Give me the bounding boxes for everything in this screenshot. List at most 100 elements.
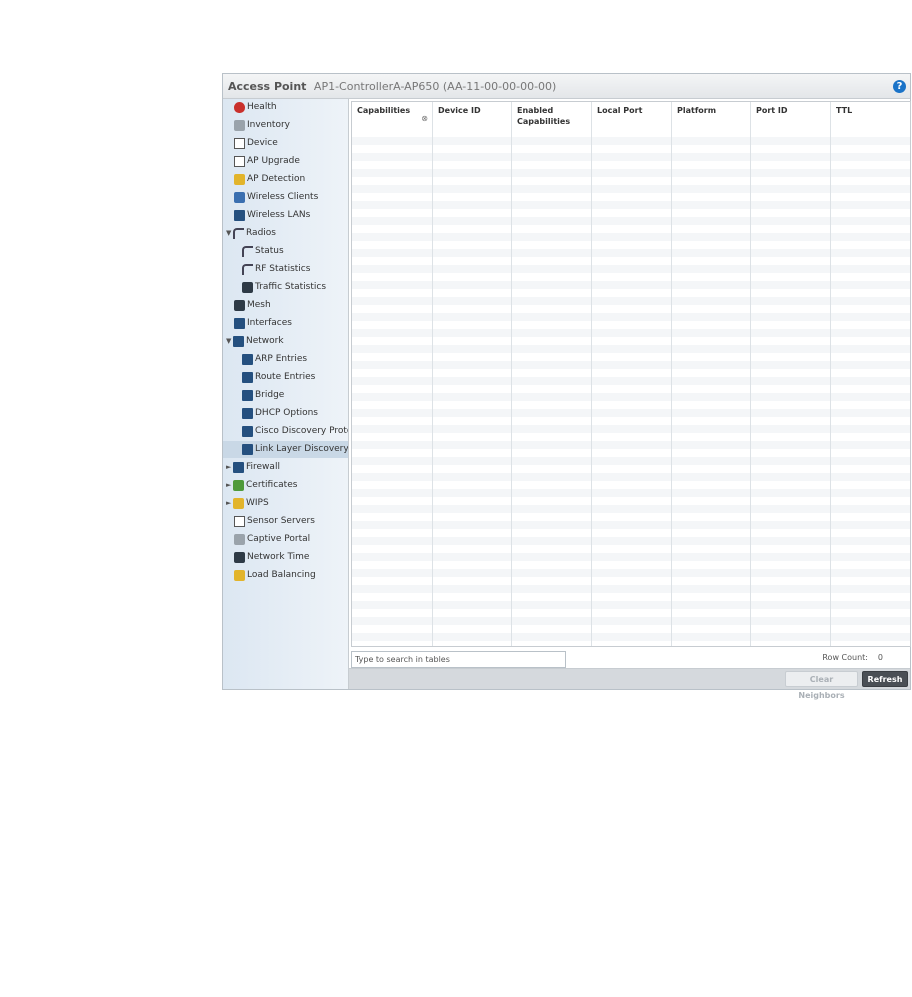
sidebar-item-label: DHCP Options (255, 408, 318, 418)
column-divider (432, 129, 433, 646)
sidebar-item-label: Load Balancing (247, 570, 316, 580)
sidebar-item-dhcp-options[interactable]: DHCP Options (242, 405, 318, 422)
access-point-panel: Access Point AP1-ControllerA-AP650 (AA-1… (222, 73, 911, 700)
column-header-local-port[interactable]: Local Port (592, 102, 672, 129)
dhcp-icon (242, 408, 253, 419)
bridge-icon (242, 390, 253, 401)
column-label: Device ID (438, 106, 481, 115)
balance-icon (234, 570, 245, 581)
lldp-neighbors-table: Capabilities ⊗ Device ID Enabled Capabili… (351, 101, 911, 647)
sidebar-item-network[interactable]: ▼ Network (226, 333, 284, 350)
sidebar-item-captive-portal[interactable]: Captive Portal (234, 531, 310, 548)
sidebar-item-label: Certificates (246, 480, 298, 490)
sidebar-item-health[interactable]: Health (234, 99, 277, 116)
route-icon (242, 372, 253, 383)
sidebar-item-label: Cisco Discovery Protoco (255, 426, 348, 436)
sidebar-item-traffic-statistics[interactable]: Traffic Statistics (242, 279, 326, 296)
sidebar-item-interfaces[interactable]: Interfaces (234, 315, 292, 332)
sidebar-item-label: Status (255, 246, 284, 256)
expand-down-icon[interactable]: ▼ (226, 333, 233, 350)
column-header-port-id[interactable]: Port ID (751, 102, 831, 129)
sidebar-item-firewall[interactable]: ► Firewall (226, 459, 280, 476)
column-divider (830, 129, 831, 646)
sidebar-item-label: Inventory (247, 120, 290, 130)
sidebar-item-label: Bridge (255, 390, 285, 400)
row-count-value: 0 (877, 653, 883, 662)
sidebar-item-mesh[interactable]: Mesh (234, 297, 271, 314)
sidebar-nav: Health Inventory Device AP Upgrade AP De… (223, 99, 349, 689)
sidebar-item-label: RF Statistics (255, 264, 311, 274)
column-label: Capabilities (357, 106, 411, 115)
radio-antenna-icon (242, 264, 253, 275)
refresh-button[interactable]: Refresh (862, 671, 908, 687)
cdp-icon (242, 426, 253, 437)
sidebar-item-cisco-discovery-protocol[interactable]: Cisco Discovery Protoco (242, 423, 348, 440)
wips-icon (233, 498, 244, 509)
row-count-label: Row Count: (822, 653, 868, 662)
device-icon (234, 138, 245, 149)
mesh-icon (234, 300, 245, 311)
main-content: Capabilities ⊗ Device ID Enabled Capabili… (349, 99, 911, 700)
sidebar-item-bridge[interactable]: Bridge (242, 387, 284, 404)
sidebar-item-ap-upgrade[interactable]: AP Upgrade (234, 153, 300, 170)
sidebar-item-label: Link Layer Discovery Pr (255, 444, 349, 454)
column-header-enabled-capabilities[interactable]: Enabled Capabilities (512, 102, 592, 129)
sidebar-item-label: Sensor Servers (247, 516, 315, 526)
sidebar-item-device[interactable]: Device (234, 135, 278, 152)
sidebar-item-label: Wireless Clients (247, 192, 319, 202)
sort-icon[interactable]: ⊗ (421, 113, 428, 124)
clear-neighbors-button[interactable]: Clear Neighbors (785, 671, 858, 700)
clients-icon (234, 192, 245, 203)
sidebar-item-label: AP Detection (247, 174, 306, 184)
column-header-capabilities[interactable]: Capabilities ⊗ (352, 102, 433, 129)
sidebar-item-wireless-lans[interactable]: Wireless LANs (234, 207, 310, 224)
sidebar-item-label: Radios (246, 228, 276, 238)
panel-title: Access Point (228, 80, 307, 93)
column-header-platform[interactable]: Platform (672, 102, 751, 129)
firewall-icon (233, 462, 244, 473)
expand-down-icon[interactable]: ▼ (226, 225, 233, 242)
upgrade-icon (234, 156, 245, 167)
sidebar-item-label: ARP Entries (255, 354, 308, 364)
arp-icon (242, 354, 253, 365)
radio-antenna-icon (233, 228, 244, 239)
sidebar-item-status[interactable]: Status (242, 243, 284, 260)
column-header-device-id[interactable]: Device ID (433, 102, 512, 129)
sidebar-item-route-entries[interactable]: Route Entries (242, 369, 315, 386)
sidebar-item-sensor-servers[interactable]: Sensor Servers (234, 513, 315, 530)
column-divider (511, 129, 512, 646)
column-header-ttl[interactable]: TTL (831, 102, 910, 129)
expand-right-icon[interactable]: ► (226, 459, 233, 476)
sidebar-item-network-time[interactable]: Network Time (234, 549, 309, 566)
sidebar-item-arp-entries[interactable]: ARP Entries (242, 351, 307, 368)
sidebar-item-label: Mesh (247, 300, 271, 310)
expand-right-icon[interactable]: ► (226, 477, 233, 494)
column-label: TTL (836, 106, 853, 115)
sidebar-item-wireless-clients[interactable]: Wireless Clients (234, 189, 318, 206)
table-header: Capabilities ⊗ Device ID Enabled Capabili… (352, 102, 910, 130)
lldp-icon (242, 444, 253, 455)
sidebar-item-inventory[interactable]: Inventory (234, 117, 290, 134)
sidebar-item-link-layer-discovery-protocol[interactable]: Link Layer Discovery Pr (223, 441, 348, 458)
wlan-icon (234, 210, 245, 221)
sidebar-item-label: Wireless LANs (247, 210, 311, 220)
column-divider (671, 129, 672, 646)
panel-subtitle: AP1-ControllerA-AP650 (AA-11-00-00-00-00… (313, 80, 557, 93)
sidebar-item-wips[interactable]: ► WIPS (226, 495, 269, 512)
sidebar-item-radios[interactable]: ▼ Radios (226, 225, 276, 242)
sidebar-item-ap-detection[interactable]: AP Detection (234, 171, 305, 188)
certificates-icon (233, 480, 244, 491)
column-label: Enabled Capabilities (517, 106, 571, 126)
table-search-input[interactable]: Type to search in tables (351, 651, 566, 668)
table-body (352, 129, 910, 646)
detection-icon (234, 174, 245, 185)
heart-icon (234, 102, 245, 113)
sidebar-item-load-balancing[interactable]: Load Balancing (234, 567, 316, 584)
sidebar-item-certificates[interactable]: ► Certificates (226, 477, 297, 494)
sidebar-item-rf-statistics[interactable]: RF Statistics (242, 261, 310, 278)
sidebar-item-label: Interfaces (247, 318, 292, 328)
panel-title-bar: Access Point AP1-ControllerA-AP650 (AA-1… (223, 74, 910, 99)
help-icon[interactable]: ? (893, 80, 906, 93)
sidebar-item-label: Route Entries (255, 372, 316, 382)
expand-right-icon[interactable]: ► (226, 495, 233, 512)
